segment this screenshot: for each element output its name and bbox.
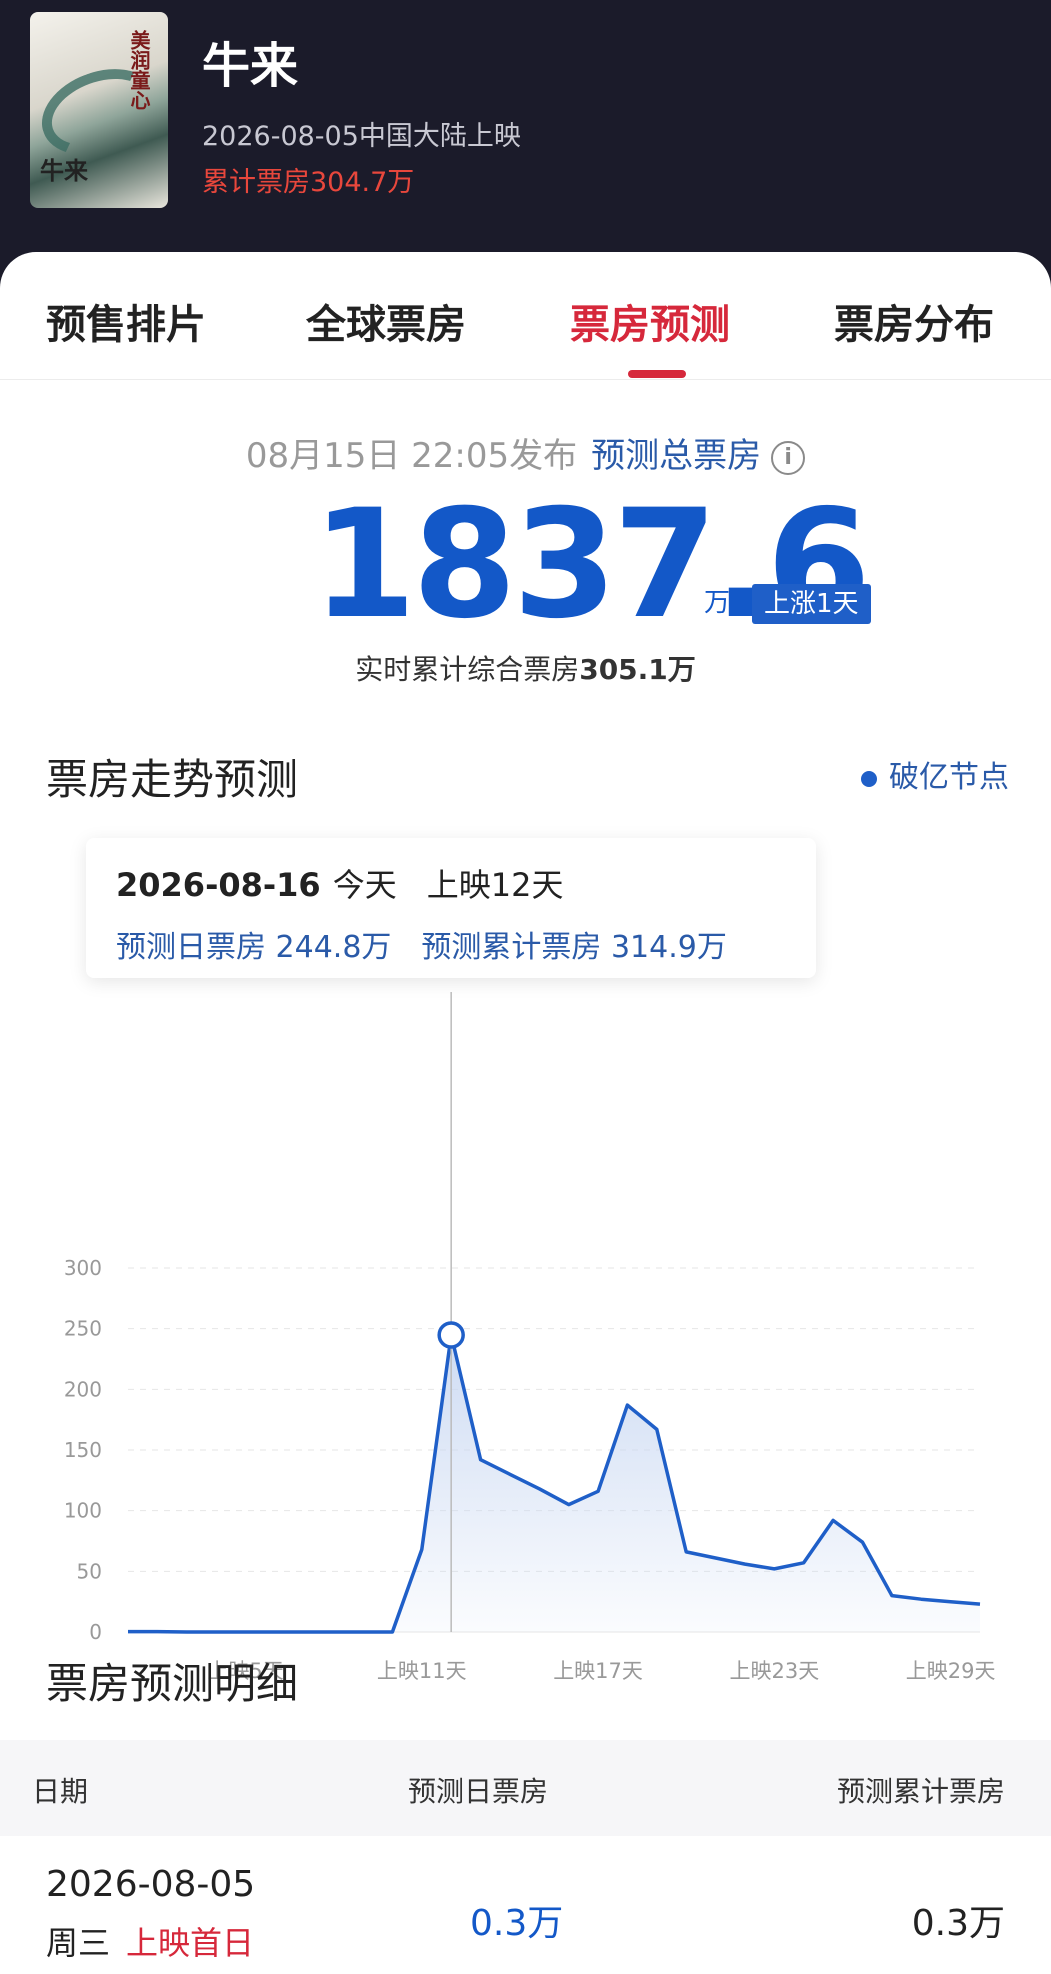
- detail-title: 票房预测明细: [46, 1659, 299, 1708]
- series-area: [128, 1335, 980, 1632]
- info-icon[interactable]: i: [771, 440, 806, 475]
- box-office-trend-chart[interactable]: 050100150200250300上映5天 上映11天 上映17天 上映23天 上映2…: [0, 992, 1051, 1712]
- movie-header: 美润童心 牛来 牛来 2026-08-05中国大陆上映 累计票房304.7万: [0, 0, 1051, 262]
- tab-box-office-distribution[interactable]: 票房分布: [834, 292, 994, 350]
- realtime-cumulative: 实时累计综合票房305.1万: [0, 648, 1051, 688]
- header-cumulative: 预测累计票房: [836, 1775, 1005, 1808]
- forecast-total-label: 预测总票房: [591, 436, 762, 476]
- y-tick-label: 300: [64, 1256, 102, 1280]
- rise-badge: 上涨1天: [752, 584, 871, 624]
- tooltip-today: 今天: [332, 866, 397, 904]
- row-note: 上映首日: [126, 1924, 255, 1962]
- tooltip-date: 2026-08-16: [116, 866, 321, 904]
- row-daily: 0.3万: [470, 1903, 564, 1944]
- forecast-total-unit: 万: [704, 588, 731, 618]
- x-tick-label: 上映29天: [906, 1659, 996, 1683]
- chart-tooltip: 2026-08-16 今天 上映12天 预测日票房 244.8万 预测累计票房 314…: [86, 838, 816, 978]
- detail-table-header: 日期 预测日票房 预测累计票房: [0, 1740, 1051, 1836]
- row-cumulative: 0.3万: [911, 1903, 1005, 1944]
- tab-bar: 预售排片 全球票房 票房预测 票房分布: [0, 252, 1051, 380]
- realtime-prefix: 实时累计综合票房: [355, 653, 580, 686]
- tooltip-daily: 预测日票房 244.8万: [116, 930, 392, 965]
- tab-box-office-forecast[interactable]: 票房预测: [570, 292, 730, 350]
- header-daily: 预测日票房: [408, 1775, 549, 1808]
- y-tick-label: 150: [64, 1438, 102, 1462]
- movie-poster[interactable]: 美润童心 牛来: [30, 12, 168, 208]
- node-legend-label: 破亿节点: [889, 760, 1009, 795]
- tooltip-date-line: 2026-08-16 今天 上映12天: [116, 860, 563, 906]
- forecast-card: 预售排片 全球票房 票房预测 票房分布 08月15日 22:05发布 预测总票房 i…: [0, 252, 1051, 1974]
- tooltip-screening-prefix: 上映: [426, 866, 491, 904]
- realtime-value: 305.1万: [579, 653, 696, 686]
- x-tick-label: 上映11天: [377, 1659, 467, 1683]
- movie-title: 牛来: [202, 38, 299, 94]
- active-tab-indicator: [628, 370, 686, 378]
- legend-dot-icon: [861, 770, 877, 787]
- publish-row: 08月15日 22:05发布 预测总票房 i: [0, 428, 1051, 477]
- tooltip-cumulative: 预测累计票房 314.9万: [421, 930, 727, 965]
- tooltip-screening-days: 12天: [490, 866, 564, 904]
- highlight-point: [437, 1321, 465, 1349]
- cumulative-box-office: 累计票房304.7万: [202, 167, 415, 198]
- y-tick-label: 0: [89, 1620, 102, 1644]
- row-date: 2026-08-05: [46, 1864, 256, 1905]
- header-date: 日期: [32, 1775, 89, 1808]
- forecast-total-value: 1837.6: [312, 478, 871, 652]
- y-tick-label: 50: [77, 1559, 102, 1583]
- poster-tagline: 美润童心: [127, 30, 151, 110]
- node-legend[interactable]: 破亿节点: [861, 752, 1009, 796]
- publish-time: 08月15日 22:05发布: [245, 436, 578, 476]
- tooltip-values-line: 预测日票房 244.8万 预测累计票房 314.9万: [116, 922, 727, 966]
- x-tick-label: 上映17天: [553, 1659, 643, 1683]
- x-tick-label: 上映23天: [729, 1659, 819, 1683]
- tab-presale[interactable]: 预售排片: [46, 292, 206, 350]
- tab-global-box-office[interactable]: 全球票房: [306, 292, 466, 350]
- y-tick-label: 250: [64, 1317, 102, 1341]
- y-tick-label: 200: [64, 1377, 102, 1401]
- trend-title: 票房走势预测: [46, 755, 299, 804]
- row-weekday-label: 周三: [46, 1924, 111, 1962]
- row-weekday: 周三 上映首日: [46, 1918, 254, 1964]
- poster-title: 牛来: [40, 156, 88, 185]
- y-tick-label: 100: [64, 1499, 102, 1523]
- release-info: 2026-08-05中国大陆上映: [202, 121, 521, 152]
- table-row[interactable]: 2026-08-05 周三 上映首日 0.3万 0.3万: [0, 1836, 1051, 1974]
